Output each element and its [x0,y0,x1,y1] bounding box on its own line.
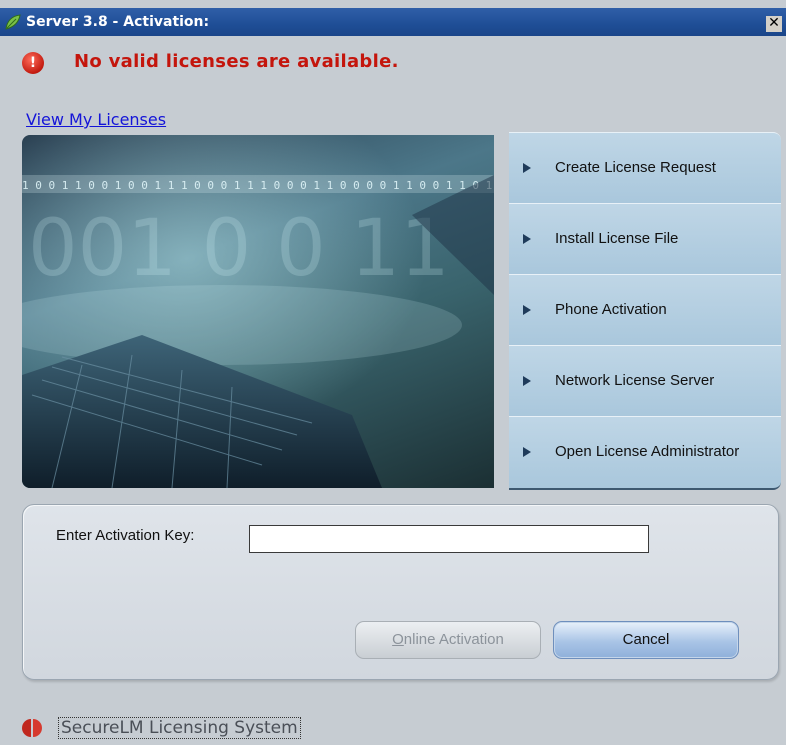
close-icon[interactable]: ✕ [766,16,782,32]
online-activation-label: nline Activation [403,631,504,648]
activation-window: Server 3.8 - Activation: ✕ ! No valid li… [0,0,786,745]
hero-graphic: 1 0 0 1 1 0 0 1 0 0 1 1 1 0 0 0 1 1 1 0 … [22,175,494,488]
menu-item-open-license-administrator[interactable]: Open License Administrator [509,416,781,490]
error-circle-icon: ! [22,52,44,74]
arrow-right-icon [523,234,531,244]
window-title: Server 3.8 - Activation: [26,14,210,30]
arrow-right-icon [523,376,531,386]
menu-item-label: Install License File [555,230,679,247]
error-message: No valid licenses are available. [74,51,399,72]
activation-key-label: Enter Activation Key: [56,527,195,544]
title-bar[interactable]: Server 3.8 - Activation: ✕ [0,8,786,36]
menu-item-label: Open License Administrator [555,443,740,460]
online-activation-mnemonic: O [392,631,404,648]
arrow-right-icon [523,163,531,173]
app-leaf-icon [5,14,21,30]
menu-item-create-license-request[interactable]: Create License Request [509,132,781,206]
hero-big-digits: 001 0 0 11 [28,204,450,294]
license-options-menu: Create License Request Install License F… [509,132,781,490]
cancel-button[interactable]: Cancel [553,621,739,659]
securelm-logo-icon [22,719,42,737]
arrow-right-icon [523,447,531,457]
menu-item-install-license-file[interactable]: Install License File [509,203,781,277]
hero-binary-line: 1 0 0 1 1 0 0 1 0 0 1 1 1 0 0 0 1 1 1 0 … [22,179,494,192]
arrow-right-icon [523,305,531,315]
menu-item-label: Network License Server [555,372,715,389]
activation-panel: Enter Activation Key: Online Activation … [22,504,779,680]
hero-image: 1 0 0 1 1 0 0 1 0 0 1 1 1 0 0 0 1 1 1 0 … [22,135,494,488]
menu-item-phone-activation[interactable]: Phone Activation [509,274,781,348]
menu-item-label: Phone Activation [555,301,667,318]
online-activation-button[interactable]: Online Activation [355,621,541,659]
menu-item-network-license-server[interactable]: Network License Server [509,345,781,419]
menu-item-label: Create License Request [555,159,716,176]
view-my-licenses-link[interactable]: View My Licenses [26,110,166,129]
activation-key-input[interactable] [249,525,649,553]
securelm-brand-label[interactable]: SecureLM Licensing System [58,717,301,739]
